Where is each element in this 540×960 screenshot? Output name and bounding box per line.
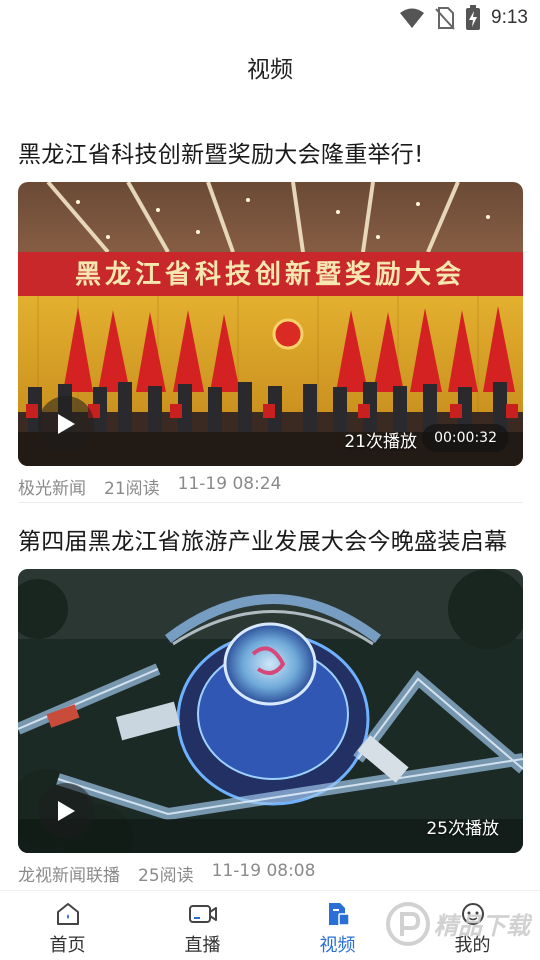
video-title[interactable]: 第四届黑龙江省旅游产业发展大会今晚盛装启幕 bbox=[18, 522, 507, 556]
video-meta: 极光新闻 21阅读 11-19 08:24 bbox=[18, 474, 281, 499]
page-title: 视频 bbox=[247, 57, 293, 83]
page-header: 视频 bbox=[0, 50, 540, 90]
play-button[interactable] bbox=[38, 783, 94, 839]
camera-icon bbox=[188, 901, 218, 927]
video-thumbnail[interactable]: 25次播放 bbox=[18, 569, 523, 853]
nav-label: 直播 bbox=[184, 935, 221, 956]
status-time: 9:13 bbox=[491, 7, 528, 28]
watermark-logo-icon: 精品下载 bbox=[386, 902, 534, 946]
play-count: 21次播放 bbox=[344, 432, 417, 452]
video-source: 极光新闻 bbox=[18, 479, 86, 499]
thumbnail-banner-text: 黑龙江省科技创新暨奖励大会 bbox=[75, 259, 465, 290]
battery-charging-icon bbox=[466, 5, 481, 30]
play-button[interactable] bbox=[38, 396, 94, 452]
video-time: 11-19 08:24 bbox=[177, 474, 282, 494]
nav-label: 视频 bbox=[319, 935, 356, 956]
wifi-icon bbox=[400, 8, 425, 28]
status-icons: 9:13 bbox=[399, 5, 528, 31]
divider bbox=[18, 502, 523, 503]
video-source: 龙视新闻联播 bbox=[18, 866, 120, 886]
video-meta: 龙视新闻联播 25阅读 11-19 08:08 bbox=[18, 861, 315, 886]
duration-badge: 00:00:32 bbox=[422, 424, 509, 452]
video-reads: 25阅读 bbox=[138, 866, 194, 886]
video-time: 11-19 08:08 bbox=[211, 861, 316, 881]
status-bar: 9:13 bbox=[0, 0, 540, 36]
play-icon bbox=[58, 414, 75, 434]
home-icon bbox=[53, 901, 83, 927]
video-doc-icon bbox=[323, 901, 353, 927]
video-reads: 21阅读 bbox=[104, 479, 160, 499]
nav-item-home[interactable]: 首页 bbox=[0, 891, 135, 960]
no-sim-icon bbox=[435, 7, 455, 30]
nav-item-live[interactable]: 直播 bbox=[135, 891, 270, 960]
video-title[interactable]: 黑龙江省科技创新暨奖励大会隆重举行! bbox=[18, 135, 424, 169]
video-thumbnail[interactable]: 黑龙江省科技创新暨奖励大会 21次播放 00:00:32 bbox=[18, 182, 523, 466]
watermark: 精品下载 bbox=[382, 894, 534, 954]
play-count: 25次播放 bbox=[426, 819, 499, 839]
watermark-text: 精品下载 bbox=[434, 912, 532, 940]
nav-label: 首页 bbox=[49, 935, 86, 956]
play-icon bbox=[58, 801, 75, 821]
